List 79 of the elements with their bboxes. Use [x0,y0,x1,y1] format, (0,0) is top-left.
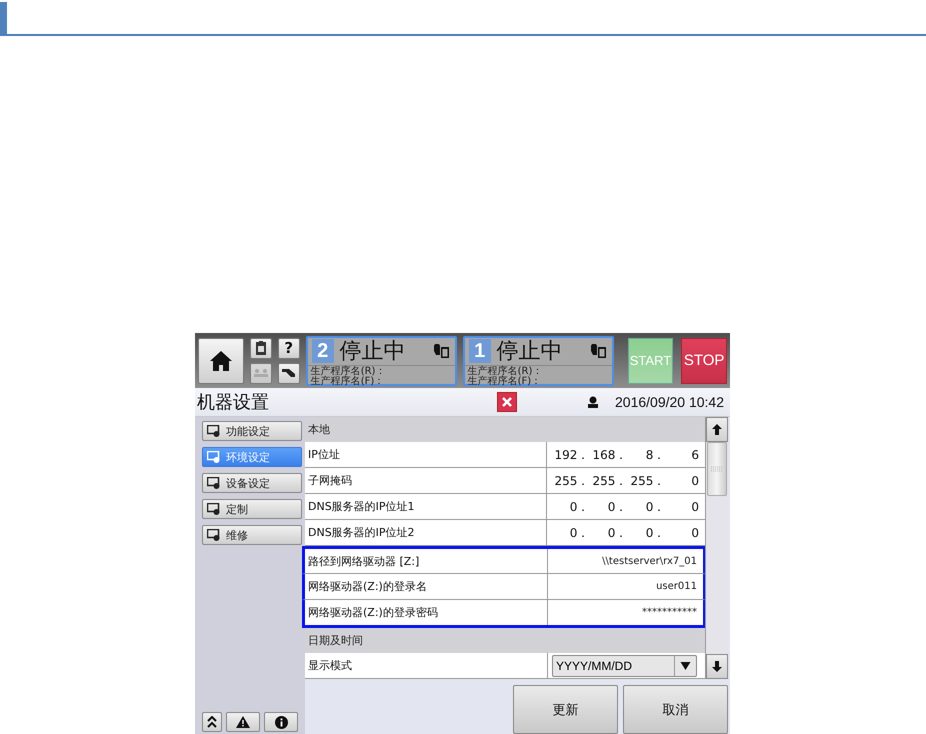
setting-label: 子网掩码 [305,468,547,493]
setting-row[interactable]: DNS服务器的IP位址2 0 . 0 . 0 . 0 [305,520,705,546]
document-button[interactable] [250,338,272,358]
station-status: 停止中 [496,338,564,366]
setting-row[interactable]: 显示模式 YYYY/MM/DD [305,653,705,679]
setting-label: IP位址 [305,442,547,467]
scroll-down-button[interactable] [706,654,728,679]
sidebar-item[interactable]: 设备设定 [202,473,302,493]
collapse-button[interactable] [202,712,222,732]
users-icon [254,369,268,377]
warning-button[interactable] [226,712,260,732]
setting-row[interactable]: 子网掩码 255 . 255 . 255 . 0 [305,468,705,494]
setting-row[interactable]: 路径到网络驱动器 [Z:] \\testserver\rx7_01 [302,546,706,574]
document-icon [256,341,266,355]
setting-label: 网络驱动器(Z:)的登录名 [305,574,548,599]
ip-octet: 0 [690,526,699,540]
section-header: 本地 [305,417,705,442]
action-button[interactable]: 取消 [623,685,728,734]
ip-octet: 0 . [644,526,661,540]
home-button[interactable] [198,338,244,384]
scroll-thumb[interactable] [707,442,727,496]
info-button[interactable] [264,712,298,732]
double-chevron-icon [207,716,217,728]
ip-octet: 0 . [606,500,623,514]
info-icon [274,716,288,728]
ip-octet: 255 . [629,474,661,488]
ip-octet: 0 [690,474,699,488]
sidebar-item[interactable]: 定制 [202,499,302,519]
datetime: 2016/09/20 10:42 [615,394,724,410]
station-status: 停止中 [340,338,407,366]
program-name: 生产程序名(F)： [468,376,542,386]
setting-value: *********** [642,607,697,618]
arrow-up-icon [712,424,722,435]
ip-octet: 255 . [553,474,585,488]
setting-label: 网络驱动器(Z:)的登录密码 [305,600,548,625]
station-number: 1 [468,339,491,363]
setting-row[interactable]: 网络驱动器(Z:)的登录名 user011 [302,574,706,600]
screen-title: 机器设置 [197,391,270,414]
setting-label: 路径到网络驱动器 [Z:] [305,549,548,573]
ip-octet: 6 [690,448,699,462]
ip-octet: 255 . [591,474,623,488]
ip-octet: 0 [690,500,699,514]
scrollbar[interactable] [705,417,728,679]
sidebar-item[interactable]: 功能设定 [202,421,302,441]
ip-octet: 8 . [644,448,661,462]
ip-octet: 0 . [568,500,585,514]
setting-row[interactable]: 网络驱动器(Z:)的登录密码 *********** [302,600,706,628]
setting-value: \\testserver\rx7_01 [602,556,697,566]
station-number: 2 [312,339,334,363]
hand-clipboard-icon [432,344,451,358]
help-button[interactable]: ? [278,338,300,358]
close-button[interactable] [497,392,517,412]
ip-octet: 0 . [644,500,661,514]
setting-label: DNS服务器的IP位址2 [305,520,547,545]
ip-octet: 0 . [606,526,623,540]
hand-clipboard-icon [590,344,608,358]
setting-row[interactable]: IP位址 192 . 168 . 8 . 6 [305,442,705,468]
format-dropdown[interactable]: YYYY/MM/DD [552,654,697,676]
arrow-down-icon [712,661,722,672]
program-name: 生产程序名(R)： [468,366,544,376]
ip-octet: 168 . [591,448,623,462]
program-name: 生产程序名(F)： [310,376,386,386]
stop-button[interactable]: STOP [681,338,727,384]
ip-octet: 192 . [553,448,585,462]
close-icon [502,397,512,407]
grip-icon [711,466,723,472]
action-button[interactable]: 更新 [513,685,618,734]
user-icon [587,396,599,408]
setting-row[interactable]: DNS服务器的IP位址1 0 . 0 . 0 . 0 [305,494,705,520]
home-icon [210,350,232,370]
setting-label: 显示模式 [305,653,548,678]
sidebar-item[interactable]: 维修 [202,525,302,545]
program-name: 生产程序名(R)： [310,366,386,376]
scroll-up-button[interactable] [706,417,728,442]
setting-value: user011 [656,581,697,592]
warning-icon [236,716,250,728]
section-header: 日期及时间 [305,628,705,653]
setting-label: DNS服务器的IP位址1 [305,494,547,519]
ip-octet: 0 . [568,526,585,540]
